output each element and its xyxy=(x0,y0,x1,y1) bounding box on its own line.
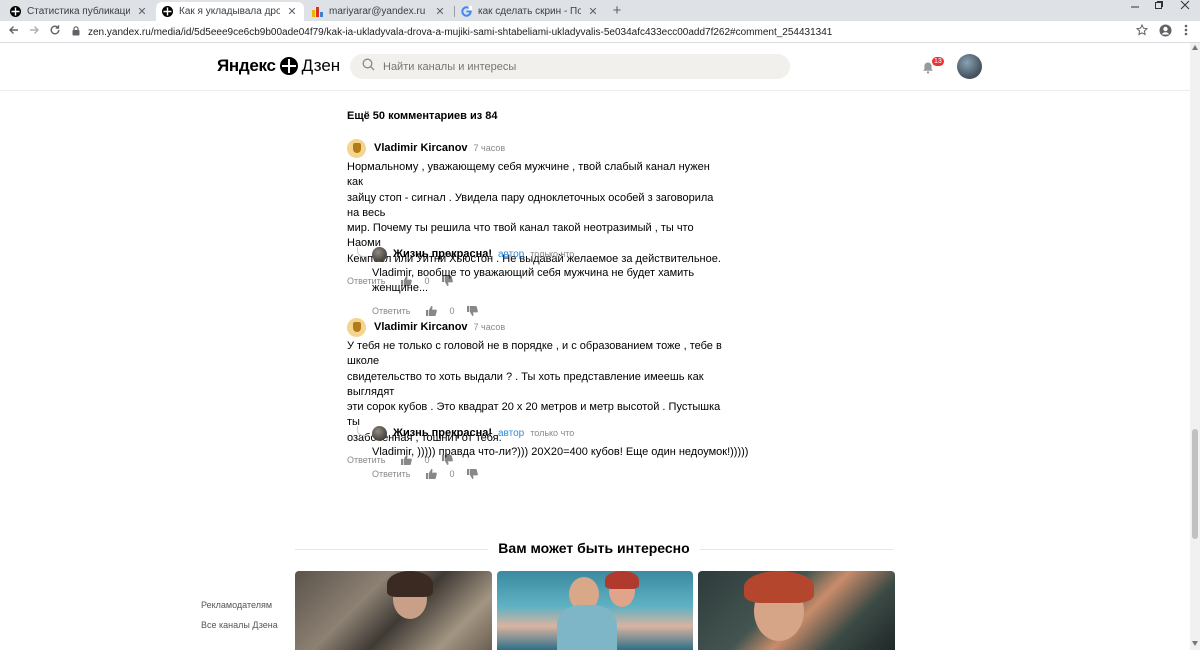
google-icon xyxy=(461,6,472,17)
url-text: zen.yandex.ru/media/id/5d5eee9ce6cb9b00a… xyxy=(88,27,833,38)
tab-title: mariyarar@yandex.ru — сводка xyxy=(329,6,428,17)
commenter-avatar[interactable] xyxy=(347,317,366,337)
browser-tab-1[interactable]: Статистика публикаций | Яндекс ✕ xyxy=(4,2,154,21)
browser-tab-strip: Статистика публикаций | Яндекс ✕ Как я у… xyxy=(0,0,1200,21)
card-image-shirt xyxy=(557,605,617,650)
thumbs-down-icon[interactable] xyxy=(466,469,478,480)
comment-time: только что xyxy=(530,428,575,438)
card-image-hair xyxy=(605,571,639,589)
medal-icon xyxy=(352,143,361,153)
browser-tab-4[interactable]: как сделать скрин - Поиск в Goo ✕ xyxy=(455,2,605,21)
logo-yandex-text: Яндекс xyxy=(217,56,276,75)
page-scrollbar[interactable] xyxy=(1190,43,1200,650)
search-icon xyxy=(362,58,375,76)
comment-author[interactable]: Vladimir Kircanov xyxy=(374,142,468,154)
zen-logo[interactable]: Яндекс Дзен xyxy=(217,56,340,76)
like-count: 0 xyxy=(449,305,455,316)
recommendation-card[interactable] xyxy=(295,571,492,650)
more-comments-link[interactable]: Ещё 50 комментариев из 84 xyxy=(347,110,498,122)
search-input[interactable] xyxy=(383,60,763,73)
zen-header: Яндекс Дзен 13 xyxy=(0,43,1190,91)
author-avatar[interactable] xyxy=(372,425,387,441)
scroll-down-arrow-icon[interactable] xyxy=(1192,641,1198,648)
browser-tab-2[interactable]: Как я укладывала дрова, а мужч ✕ xyxy=(156,2,304,21)
comment-time: 7 часов xyxy=(473,322,506,332)
tab-title: Статистика публикаций | Яндекс xyxy=(27,6,130,17)
author-avatar[interactable] xyxy=(372,246,387,262)
author-role-badge: автор xyxy=(498,427,525,439)
url-field[interactable]: zen.yandex.ru/media/id/5d5eee9ce6cb9b00a… xyxy=(72,26,832,39)
card-image-hair xyxy=(387,571,433,597)
close-icon[interactable]: ✕ xyxy=(286,5,298,18)
recommendation-card[interactable] xyxy=(698,571,895,650)
zen-mark-icon xyxy=(279,57,298,75)
scroll-up-arrow-icon[interactable] xyxy=(1192,45,1198,52)
browser-tab-3[interactable]: mariyarar@yandex.ru — сводка ✕ xyxy=(306,2,452,21)
back-button[interactable] xyxy=(8,24,20,39)
comment-text: Vladimir, вообще то уважающий себя мужчи… xyxy=(372,267,695,295)
close-window-button[interactable] xyxy=(1172,0,1198,16)
mail-icon xyxy=(312,6,323,17)
notifications-badge: 13 xyxy=(932,57,944,66)
zen-icon xyxy=(10,6,21,17)
comment-author[interactable]: Vladimir Kircanov xyxy=(374,321,468,333)
comment-reply: Жизнь прекрасна! автор только что Vladim… xyxy=(372,423,772,480)
maximize-button[interactable] xyxy=(1148,0,1170,16)
card-image-hair xyxy=(744,571,814,603)
like-count: 0 xyxy=(449,469,455,480)
thumbs-up-icon[interactable] xyxy=(426,305,438,316)
new-tab-button[interactable]: + xyxy=(609,3,625,19)
comment-author[interactable]: Жизнь прекрасна! xyxy=(393,248,492,260)
comment-time: только что xyxy=(530,249,575,259)
forward-arrow-icon xyxy=(30,26,39,34)
comment-reply: Жизнь прекрасна! автор только что Vladim… xyxy=(372,244,752,316)
close-icon[interactable]: ✕ xyxy=(587,5,599,18)
comment-text: Vladimir, ))))) правда что-ли?))) 20Х20=… xyxy=(372,446,749,458)
scroll-thumb[interactable] xyxy=(1192,429,1198,539)
comment-time: 7 часов xyxy=(473,143,506,153)
reload-button[interactable] xyxy=(49,24,61,39)
commenter-avatar[interactable] xyxy=(347,138,366,158)
menu-dots-icon[interactable] xyxy=(1184,24,1188,39)
reply-button[interactable]: Ответить xyxy=(372,306,410,316)
forward-button[interactable] xyxy=(28,24,40,39)
recommendation-card[interactable] xyxy=(497,571,693,650)
thumbs-up-icon[interactable] xyxy=(426,469,438,480)
zen-icon xyxy=(162,6,173,17)
recommendations-title-text: Вам может быть интересно xyxy=(488,540,700,556)
footer-link-advertisers[interactable]: Рекламодателям xyxy=(201,600,272,610)
lock-icon xyxy=(72,26,80,39)
user-avatar[interactable] xyxy=(957,54,982,79)
back-arrow-icon xyxy=(9,26,18,34)
footer-link-all-channels[interactable]: Все каналы Дзена xyxy=(201,620,278,630)
search-box[interactable] xyxy=(350,54,790,79)
reply-connector xyxy=(357,426,367,436)
reply-connector xyxy=(357,247,367,257)
reply-button[interactable]: Ответить xyxy=(372,469,410,479)
bookmark-star-icon[interactable] xyxy=(1135,23,1149,39)
close-icon[interactable]: ✕ xyxy=(434,5,446,18)
profile-icon[interactable] xyxy=(1159,24,1172,40)
medal-icon xyxy=(352,322,361,332)
address-bar: zen.yandex.ru/media/id/5d5eee9ce6cb9b00a… xyxy=(0,21,1200,43)
close-icon[interactable]: ✕ xyxy=(136,5,148,18)
tab-title: как сделать скрин - Поиск в Goo xyxy=(478,6,581,17)
comment-author[interactable]: Жизнь прекрасна! xyxy=(393,427,492,439)
reload-icon xyxy=(50,25,60,35)
thumbs-down-icon[interactable] xyxy=(466,305,478,316)
author-role-badge: автор xyxy=(498,248,525,260)
recommendations-title: Вам может быть интересно xyxy=(295,540,893,556)
logo-dzen-text: Дзен xyxy=(301,56,341,75)
tab-title: Как я укладывала дрова, а мужч xyxy=(179,6,280,17)
minimize-button[interactable] xyxy=(1124,0,1146,16)
